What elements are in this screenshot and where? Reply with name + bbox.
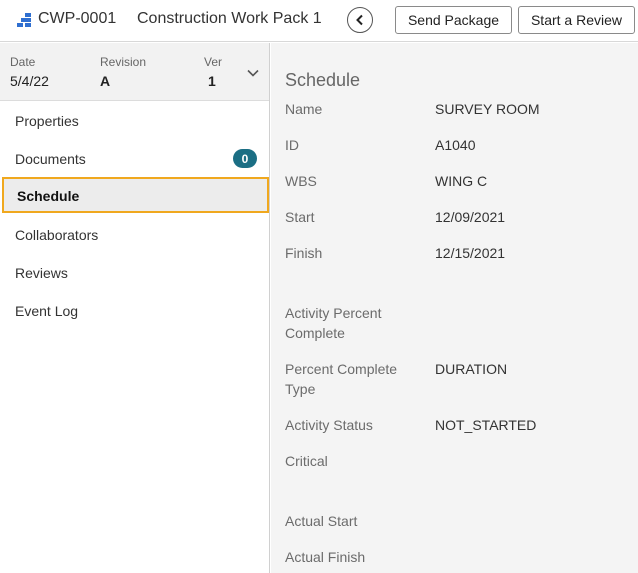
field-label-actual-start: Actual Start — [285, 513, 358, 529]
revision-label: Revision — [100, 55, 147, 69]
sidebar-item-event-log[interactable]: Event Log — [0, 293, 269, 329]
sidebar-item-properties[interactable]: Properties — [0, 103, 269, 139]
sidebar-item-label: Reviews — [15, 265, 68, 281]
chevron-left-icon — [356, 14, 363, 26]
collapse-panel-button[interactable] — [347, 7, 373, 33]
sidebar-item-label: Documents — [15, 151, 86, 167]
version-label: Ver — [204, 55, 223, 69]
sidebar-item-reviews[interactable]: Reviews — [0, 255, 269, 291]
chevron-down-icon[interactable] — [246, 65, 260, 77]
sidebar: Date 5/4/22 Revision A Ver 1 Properties … — [0, 43, 270, 573]
top-header: CWP-0001 Construction Work Pack 1 Send P… — [0, 0, 638, 42]
date-value: 5/4/22 — [10, 73, 49, 89]
documents-count-badge: 0 — [233, 149, 257, 168]
field-value-activity-status: NOT_STARTED — [435, 417, 537, 433]
field-label-activity-status: Activity Status — [285, 417, 373, 433]
sidebar-item-label: Properties — [15, 113, 79, 129]
sidebar-item-label: Schedule — [17, 188, 80, 204]
sidebar-item-collaborators[interactable]: Collaborators — [0, 217, 269, 253]
package-title: Construction Work Pack 1 — [137, 10, 322, 27]
send-package-button[interactable]: Send Package — [395, 6, 512, 34]
stacked-blocks-icon — [16, 12, 32, 28]
field-label-finish: Finish — [285, 245, 323, 261]
field-label-actual-finish: Actual Finish — [285, 549, 366, 565]
sidebar-item-label: Event Log — [15, 303, 79, 319]
revision-value: A — [100, 73, 111, 89]
field-value-wbs: WING C — [435, 173, 488, 189]
field-value-id: A1040 — [435, 137, 476, 153]
sidebar-item-schedule[interactable]: Schedule — [2, 177, 269, 213]
package-id: CWP-0001 — [38, 10, 117, 27]
sidebar-item-documents[interactable]: Documents 0 — [0, 141, 269, 177]
field-value-finish: 12/15/2021 — [435, 245, 506, 261]
field-value-start: 12/09/2021 — [435, 209, 506, 225]
start-review-button[interactable]: Start a Review — [518, 6, 635, 34]
package-meta-bar: Date 5/4/22 Revision A Ver 1 — [0, 43, 269, 101]
section-title: Schedule — [285, 70, 361, 90]
version-value: 1 — [208, 73, 216, 89]
date-label: Date — [10, 55, 36, 69]
field-label-start: Start — [285, 209, 315, 225]
field-label-name: Name — [285, 101, 323, 117]
field-label-activity-percent-complete: Activity Percent Complete — [285, 305, 382, 341]
sidebar-item-label: Collaborators — [15, 227, 99, 243]
field-value-percent-complete-type: DURATION — [435, 361, 508, 377]
field-label-wbs: WBS — [285, 173, 317, 189]
field-label-id: ID — [285, 137, 299, 153]
field-label-critical: Critical — [285, 453, 328, 469]
field-value-name: SURVEY ROOM — [435, 101, 540, 117]
schedule-panel: Schedule Name SURVEY ROOM ID A1040 WBS W… — [271, 43, 638, 573]
field-label-percent-complete-type: Percent Complete Type — [285, 361, 398, 397]
